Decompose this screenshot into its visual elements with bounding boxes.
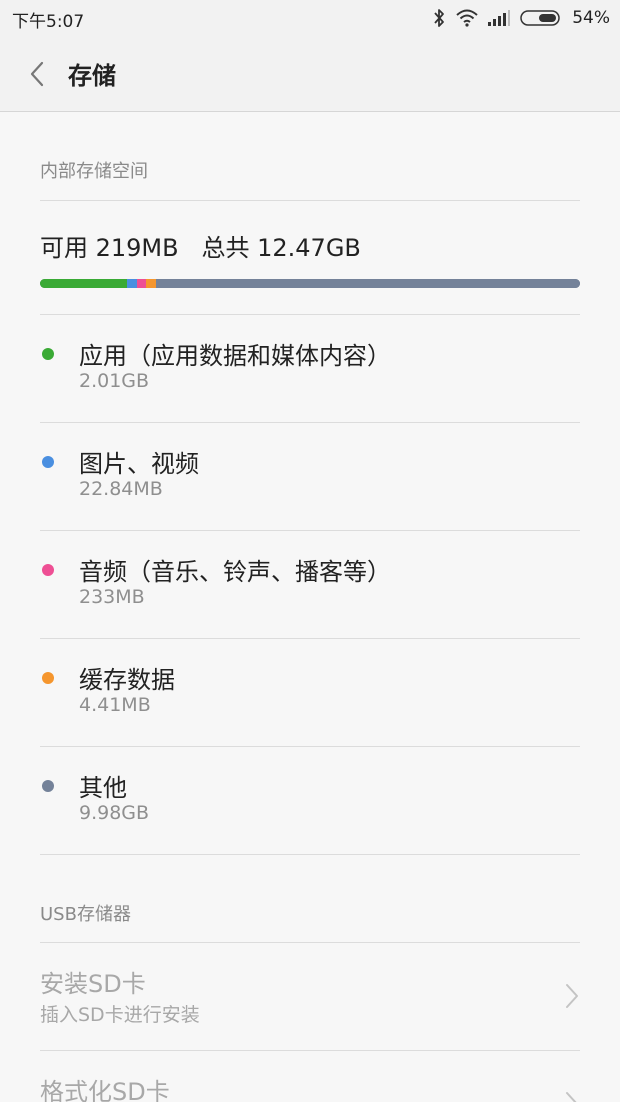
item-title: 安装SD卡 — [40, 970, 146, 998]
storage-item-cache[interactable]: 缓存数据 4.41MB — [40, 638, 580, 746]
usage-segment-apps — [40, 279, 127, 288]
page-title: 存储 — [68, 62, 116, 90]
mount-sd-card-item[interactable]: 安装SD卡 插入SD卡进行安装 — [40, 942, 580, 1050]
item-value: 233MB — [79, 586, 145, 608]
usage-segment-images-videos — [126, 279, 137, 288]
usage-segment-cache — [146, 279, 157, 288]
item-value: 4.41MB — [79, 694, 151, 716]
legend-dot-icon — [42, 780, 54, 792]
legend-dot-icon — [42, 456, 54, 468]
chevron-right-icon — [564, 982, 580, 1010]
item-title: 图片、视频 — [79, 450, 199, 478]
item-value: 9.98GB — [79, 802, 150, 824]
item-value: 2.01GB — [79, 370, 150, 392]
legend-dot-icon — [42, 348, 54, 360]
storage-item-images-videos[interactable]: 图片、视频 22.84MB — [40, 422, 580, 530]
section-header-usb: USB存储器 — [40, 904, 131, 925]
item-subtitle: 插入SD卡进行安装 — [40, 1004, 200, 1026]
legend-dot-icon — [42, 564, 54, 576]
signal-icon — [488, 10, 511, 26]
storage-item-audio[interactable]: 音频（音乐、铃声、播客等） 233MB — [40, 530, 580, 638]
divider — [40, 200, 580, 201]
storage-summary: 可用 219MB 总共 12.47GB — [40, 234, 361, 262]
divider — [40, 854, 580, 855]
usage-segment-audio — [136, 279, 147, 288]
item-value: 22.84MB — [79, 478, 163, 500]
usage-segment-other — [156, 279, 580, 288]
status-bar: 下午5:07 54% — [0, 0, 620, 36]
status-icons: 54% — [432, 6, 610, 30]
section-header-internal: 内部存储空间 — [40, 161, 148, 182]
storage-item-apps[interactable]: 应用（应用数据和媒体内容） 2.01GB — [40, 314, 580, 422]
item-title: 应用（应用数据和媒体内容） — [79, 342, 391, 370]
bluetooth-icon — [432, 8, 446, 28]
chevron-left-icon[interactable] — [24, 58, 52, 90]
item-title: 格式化SD卡 — [40, 1078, 170, 1102]
storage-usage-bar — [40, 279, 580, 288]
storage-item-other[interactable]: 其他 9.98GB — [40, 746, 580, 854]
action-bar: 存储 — [0, 36, 620, 112]
format-sd-card-item[interactable]: 格式化SD卡 — [40, 1050, 580, 1102]
chevron-right-icon — [564, 1090, 580, 1102]
item-title: 缓存数据 — [79, 666, 175, 694]
item-title: 其他 — [79, 774, 127, 802]
battery-percent: 54% — [572, 8, 610, 28]
legend-dot-icon — [42, 672, 54, 684]
wifi-icon — [456, 9, 478, 27]
battery-icon — [520, 9, 562, 27]
item-title: 音频（音乐、铃声、播客等） — [79, 558, 391, 586]
status-time: 下午5:07 — [12, 12, 85, 32]
